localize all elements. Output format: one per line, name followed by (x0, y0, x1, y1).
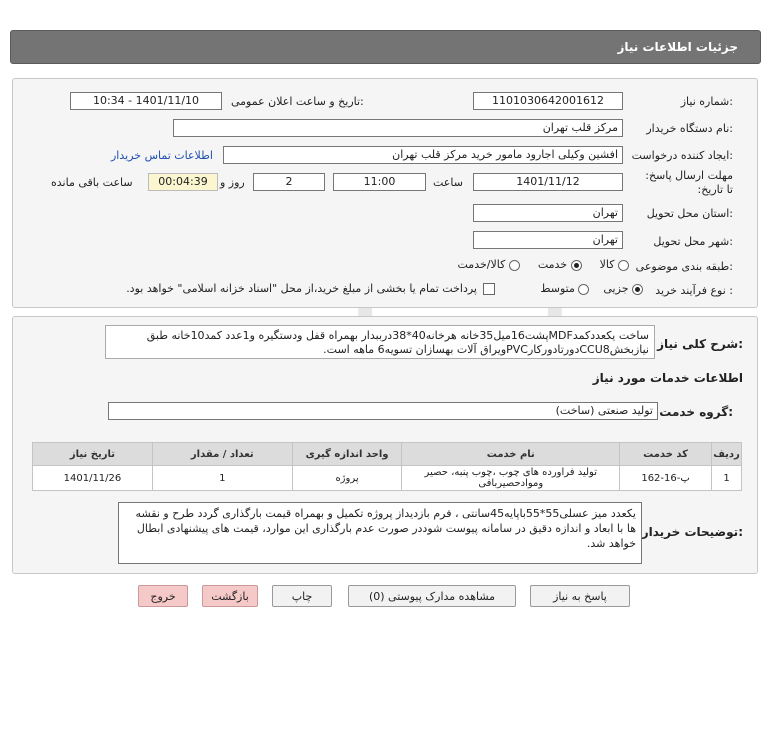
need-number-label: شماره نیاز: (680, 95, 733, 108)
table-header-row: ردیف کد خدمت نام خدمت واحد اندازه گیری ت… (32, 442, 742, 466)
announce-datetime-field: 1401/11/10 - 10:34 (70, 92, 222, 110)
process-option-minor[interactable]: جزیی (603, 282, 643, 295)
buyer-contact-link[interactable]: اطلاعات تماس خریدار (111, 149, 213, 162)
page-title-bar: جزئیات اطلاعات نیاز (10, 30, 761, 64)
radio-icon[interactable] (578, 283, 590, 295)
process-option-medium[interactable]: متوسط (540, 282, 590, 295)
service-group-label: گروه خدمت: (659, 405, 733, 419)
column-header: کد خدمت (619, 442, 713, 466)
summary-box: ساخت یکعددکمدMDFپشت16میل35خانه هرخانه40*… (105, 325, 655, 359)
announce-datetime-label: تاریخ و ساعت اعلان عمومی: (231, 95, 364, 108)
column-header: تعداد / مقدار (151, 442, 293, 466)
radio-checked-icon[interactable] (570, 259, 582, 271)
summary-label: شرح کلی نیاز: (657, 337, 743, 351)
column-header: ردیف (711, 442, 742, 466)
category-option-goods[interactable]: کالا (600, 258, 629, 271)
radio-icon[interactable] (508, 259, 520, 271)
buyer-org-field: مرکز قلب تهران (173, 119, 623, 137)
buyer-notes-box: یکعدد میز عسلی55*55باپایه45سانتی ، فرم ب… (118, 502, 642, 564)
column-header: واحد اندازه گیری (291, 442, 403, 466)
city-label: شهر محل تحویل: (653, 235, 733, 248)
category-radio-group: کالا خدمت کالا/خدمت (413, 258, 629, 271)
remaining-time-label: ساعت باقی مانده (51, 176, 133, 189)
table-row: 1 پ-16-162 تولید فراورده های چوب ،چوب پن… (32, 465, 742, 491)
table-cell: 1 (151, 465, 293, 491)
category-option-goods-service[interactable]: کالا/خدمت (458, 258, 520, 271)
print-button[interactable]: چاپ (272, 585, 332, 607)
remaining-time-field: 00:04:39 (148, 173, 218, 191)
need-details-panel: شرح کلی نیاز: ساخت یکعددکمدMDFپشت16میل35… (12, 316, 758, 574)
service-group-field: تولید صنعتی (ساخت) (108, 402, 658, 420)
deadline-date-field: 1401/11/12 (473, 173, 623, 191)
page-title: جزئیات اطلاعات نیاز (617, 40, 738, 54)
requester-field: افشین وکیلی اجارود مامور خرید مرکز قلب ت… (223, 146, 623, 164)
buyer-org-label: نام دستگاه خریدار: (646, 122, 733, 135)
process-type-label: نوع فرآیند خرید : (655, 284, 733, 297)
table-cell: 1 (711, 465, 742, 491)
deadline-label: مهلت ارسال پاسخ: تا تاریخ: (645, 169, 733, 196)
remaining-days-field: 2 (253, 173, 325, 191)
treasury-note: پرداخت تمام یا بخشی از مبلغ خرید،از محل … (126, 282, 477, 295)
radio-checked-icon[interactable] (632, 283, 643, 295)
exit-button[interactable]: خروج (138, 585, 188, 607)
deadline-time-field: 11:00 (333, 173, 426, 191)
radio-icon[interactable] (618, 259, 629, 271)
city-field: تهران (473, 231, 623, 249)
table-cell: 1401/11/26 (32, 465, 153, 491)
back-button[interactable]: بازگشت (202, 585, 258, 607)
category-option-service[interactable]: خدمت (538, 258, 582, 271)
days-label: روز و (220, 176, 245, 189)
buyer-notes-label: توضیحات خریدار: (641, 525, 743, 539)
table-cell: پروژه (291, 465, 403, 491)
requester-label: ایجاد کننده درخواست: (631, 149, 733, 162)
column-header: نام خدمت (401, 442, 621, 466)
process-radio-group: جزیی متوسط (529, 282, 643, 295)
province-field: تهران (473, 204, 623, 222)
need-number-field: 1101030642001612 (473, 92, 623, 110)
treasury-option: پرداخت تمام یا بخشی از مبلغ خرید،از محل … (83, 282, 495, 295)
category-label: طبقه بندی موضوعی: (635, 260, 733, 273)
table-cell: تولید فراورده های چوب ،چوب پنبه، حصیر وم… (401, 465, 621, 491)
treasury-checkbox[interactable] (483, 282, 495, 295)
attachments-button[interactable]: مشاهده مدارک پیوستی (0) (348, 585, 516, 607)
general-info-panel: شماره نیاز: 1101030642001612 تاریخ و ساع… (12, 78, 758, 308)
province-label: استان محل تحویل: (646, 207, 733, 220)
services-info-title: اطلاعات خدمات مورد نیاز (592, 371, 743, 385)
table-cell: پ-16-162 (619, 465, 713, 491)
deadline-time-label: ساعت (433, 176, 463, 189)
column-header: تاریخ نیاز (32, 442, 153, 466)
reply-button[interactable]: پاسخ به نیاز (530, 585, 630, 607)
services-table: ردیف کد خدمت نام خدمت واحد اندازه گیری ت… (32, 442, 742, 491)
